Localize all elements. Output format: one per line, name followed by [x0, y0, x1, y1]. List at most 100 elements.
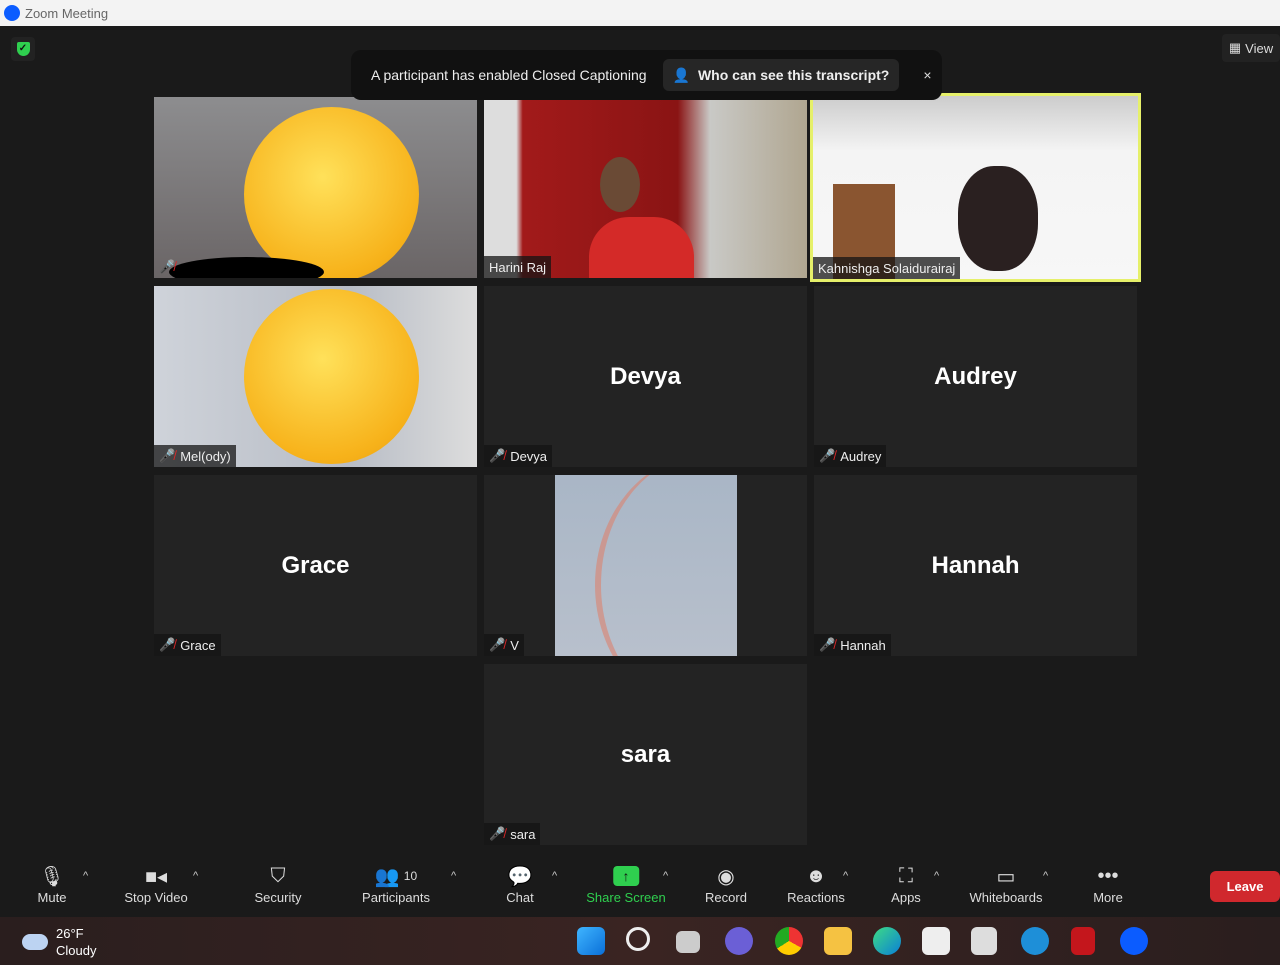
record-button[interactable]: ◉ Record	[705, 862, 747, 906]
video-tile[interactable]: Devya 🎤̸ Devya	[484, 286, 807, 467]
emoji-grin-overlay	[244, 289, 419, 464]
chrome-icon[interactable]	[775, 927, 803, 955]
apps-button[interactable]: ⛶ Apps	[891, 862, 921, 906]
participant-name: Devya	[510, 448, 548, 464]
security-label: Security	[254, 890, 302, 905]
video-tile[interactable]: 🎤̸	[154, 97, 477, 278]
meeting-toolbar: 🎙 Mute ^ ■◂ Stop Video ^ ⛉ Security 👥 10 Part…	[0, 852, 1280, 916]
microphone-icon: 🎙	[39, 865, 65, 888]
teams-chat-icon[interactable]	[725, 927, 753, 955]
mute-button[interactable]: 🎙 Mute	[37, 862, 67, 906]
encryption-shield-icon[interactable]: ✓	[11, 37, 35, 61]
participant-display-name: sara	[620, 740, 671, 768]
grid-icon: ▦	[1228, 40, 1242, 55]
zoom-logo-icon	[4, 5, 20, 21]
participants-options-chevron[interactable]: ^	[451, 870, 456, 882]
participant-name: Grace	[180, 637, 216, 653]
chat-button[interactable]: 💬 Chat	[506, 862, 533, 906]
video-tile[interactable]: Harini Raj	[484, 97, 807, 278]
weather-condition: Cloudy	[56, 943, 97, 958]
whiteboards-button[interactable]: ▭ Whiteboards	[969, 862, 1043, 906]
share-options-chevron[interactable]: ^	[663, 870, 668, 882]
snipping-tool-icon[interactable]	[971, 927, 997, 955]
search-icon[interactable]	[626, 927, 650, 951]
participant-video	[589, 217, 694, 278]
security-button[interactable]: ⛉ Security	[254, 862, 302, 906]
task-view-icon[interactable]	[676, 931, 700, 953]
video-options-chevron[interactable]: ^	[193, 870, 198, 882]
reactions-label: Reactions	[787, 890, 845, 905]
microsoft-store-icon[interactable]	[922, 927, 950, 955]
muted-mic-icon: 🎤̸	[159, 448, 176, 463]
share-icon-wrap: ↑	[586, 862, 666, 890]
video-tile[interactable]: Audrey 🎤̸ Audrey	[814, 286, 1137, 467]
record-icon: ◉	[717, 865, 735, 888]
leave-button[interactable]: Leave	[1210, 871, 1280, 902]
reactions-button[interactable]: ☻ Reactions	[787, 862, 845, 906]
stop-video-label: Stop Video	[124, 890, 188, 905]
participant-name: Harini Raj	[489, 259, 547, 275]
muted-mic-icon: 🎤̸	[489, 637, 506, 652]
participant-name: Kahnishga Solaidurairaj	[818, 260, 956, 276]
shield-icon: ⛉	[270, 864, 286, 887]
whiteboards-options-chevron[interactable]: ^	[1043, 870, 1048, 882]
view-button[interactable]: ▦ View	[1222, 34, 1280, 62]
windows-start-icon[interactable]	[577, 927, 605, 955]
weather-widget[interactable]: 26°F Cloudy	[22, 925, 96, 959]
muted-mic-icon: 🎤̸	[159, 637, 176, 652]
view-label: View	[1245, 40, 1274, 56]
close-icon[interactable]: ×	[923, 67, 931, 83]
windows-taskbar: 26°F Cloudy	[0, 917, 1280, 965]
whiteboard-icon: ▭	[996, 865, 1016, 888]
participant-count: 10	[403, 869, 418, 883]
temperature: 26°F	[56, 926, 84, 941]
mcafee-icon[interactable]	[1071, 927, 1095, 955]
person-icon: 👤	[672, 66, 690, 83]
participants-label: Participants	[362, 890, 430, 905]
participants-button[interactable]: 👥 10 Participants	[362, 862, 430, 906]
apps-icon: ⛶	[898, 864, 913, 887]
chat-bubble-icon: 💬	[507, 865, 533, 888]
more-button[interactable]: ••• More	[1093, 862, 1123, 906]
muted-mic-icon: 🎤̸	[489, 826, 506, 841]
video-tile[interactable]: sara 🎤̸ sara	[484, 664, 807, 845]
smiley-plus-icon: ☻	[805, 864, 827, 887]
people-icon: 👥	[374, 865, 400, 888]
record-label: Record	[705, 890, 747, 905]
video-tile-active-speaker[interactable]: Kahnishga Solaidurairaj	[810, 93, 1141, 282]
transcript-visibility-link[interactable]: 👤 Who can see this transcript?	[662, 59, 900, 91]
chat-options-chevron[interactable]: ^	[552, 870, 557, 882]
window-title: Zoom Meeting	[25, 5, 109, 21]
stop-video-button[interactable]: ■◂ Stop Video	[124, 862, 188, 906]
caption-message: A participant has enabled Closed Caption…	[371, 67, 647, 83]
file-explorer-icon[interactable]	[824, 927, 852, 955]
more-label: More	[1093, 890, 1123, 905]
share-arrow-icon: ↑	[613, 866, 639, 886]
video-tile[interactable]: 🎤̸ Mel(ody)	[154, 286, 477, 467]
help-icon[interactable]	[1021, 927, 1049, 955]
mute-options-chevron[interactable]: ^	[83, 870, 88, 882]
participant-display-name: Audrey	[934, 362, 1017, 390]
whiteboards-label: Whiteboards	[969, 890, 1043, 905]
muted-mic-icon: 🎤̸	[159, 259, 176, 274]
rainbow-image	[555, 475, 737, 656]
reactions-options-chevron[interactable]: ^	[843, 870, 848, 882]
video-tile[interactable]: 🎤̸ V	[484, 475, 807, 656]
zoom-taskbar-icon[interactable]	[1120, 927, 1148, 955]
participant-name: Mel(ody)	[180, 448, 231, 464]
video-tile[interactable]: Hannah 🎤̸ Hannah	[814, 475, 1137, 656]
participant-name: Audrey	[840, 448, 882, 464]
edge-icon[interactable]	[873, 927, 901, 955]
participant-display-name: Grace	[281, 551, 350, 579]
share-screen-button[interactable]: ↑ Share Screen	[586, 862, 666, 905]
participant-name: Hannah	[840, 637, 886, 653]
muted-mic-icon: 🎤̸	[489, 448, 506, 463]
participants-icon-wrap: 👥 10	[362, 862, 430, 890]
participant-video-face	[600, 157, 640, 212]
muted-mic-icon: 🎤̸	[819, 637, 836, 652]
apps-options-chevron[interactable]: ^	[934, 870, 939, 882]
video-tile[interactable]: Grace 🎤̸ Grace	[154, 475, 477, 656]
emoji-face-overlay	[244, 107, 419, 278]
caption-notification: A participant has enabled Closed Caption…	[351, 50, 942, 100]
mute-label: Mute	[37, 890, 67, 905]
